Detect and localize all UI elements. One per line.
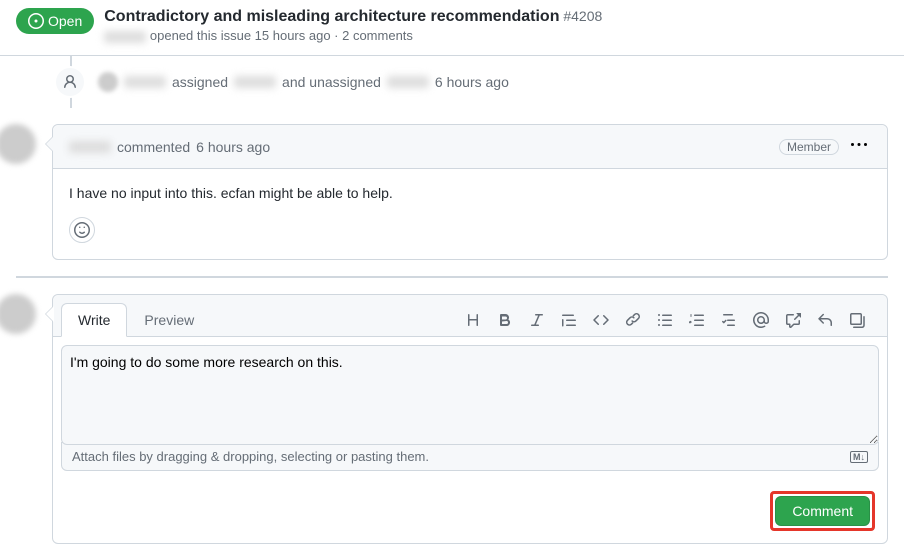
smiley-icon <box>74 222 90 238</box>
unordered-list-button[interactable] <box>651 306 679 334</box>
compose-row: Write Preview <box>16 294 888 544</box>
commenter-avatar[interactable] <box>0 124 36 164</box>
italic-button[interactable] <box>523 306 551 334</box>
timeline-badge <box>54 66 86 98</box>
heading-button[interactable] <box>459 306 487 334</box>
issue-meta: opened this issue 15 hours ago · 2 comme… <box>104 28 888 43</box>
formatting-toolbar <box>459 306 879 334</box>
commenter-name-redacted[interactable] <box>69 141 111 153</box>
list-ul-icon <box>657 312 673 328</box>
highlight-annotation: Comment <box>770 491 875 531</box>
reply-icon <box>817 312 833 328</box>
status-label: Open <box>48 13 82 29</box>
avatar-redacted <box>98 72 118 92</box>
comment-submit-button[interactable]: Comment <box>775 496 870 526</box>
tab-preview[interactable]: Preview <box>127 303 211 337</box>
user-redacted <box>387 76 429 88</box>
tab-write[interactable]: Write <box>61 303 127 337</box>
member-badge: Member <box>779 139 839 155</box>
author-redacted <box>104 31 146 43</box>
diff-icon <box>849 312 865 328</box>
bold-button[interactable] <box>491 306 519 334</box>
comment-box: commented 6 hours ago Member I have no i… <box>52 124 888 260</box>
comment-action: commented <box>117 139 190 155</box>
reply-button[interactable] <box>811 306 839 334</box>
tasklist-icon <box>721 312 737 328</box>
timeline-assigned-event: assigned and unassigned 6 hours ago <box>16 56 888 108</box>
comment-body: I have no input into this. ecfan might b… <box>53 169 887 217</box>
attach-hint[interactable]: Attach files by dragging & dropping, sel… <box>61 442 879 471</box>
user-redacted <box>234 76 276 88</box>
status-badge-open: Open <box>16 8 94 34</box>
comment-time[interactable]: 6 hours ago <box>196 139 270 155</box>
current-user-avatar[interactable] <box>0 294 36 334</box>
compose-tabs: Write Preview <box>61 303 211 336</box>
issue-header: Open Contradictory and misleading archit… <box>0 0 904 56</box>
issue-open-icon <box>28 13 44 29</box>
mention-button[interactable] <box>747 306 775 334</box>
mention-icon <box>753 312 769 328</box>
list-ol-icon <box>689 312 705 328</box>
section-divider <box>16 276 888 278</box>
comment-textarea[interactable] <box>61 345 879 445</box>
comment-row: commented 6 hours ago Member I have no i… <box>16 124 888 260</box>
ordered-list-button[interactable] <box>683 306 711 334</box>
kebab-icon <box>851 137 867 153</box>
code-button[interactable] <box>587 306 615 334</box>
link-button[interactable] <box>619 306 647 334</box>
link-icon <box>625 312 641 328</box>
compose-box: Write Preview <box>52 294 888 544</box>
user-redacted <box>124 76 166 88</box>
italic-icon <box>529 312 545 328</box>
bold-icon <box>497 312 513 328</box>
task-list-button[interactable] <box>715 306 743 334</box>
heading-icon <box>465 312 481 328</box>
issue-title: Contradictory and misleading architectur… <box>104 8 559 25</box>
quote-icon <box>561 312 577 328</box>
markdown-icon[interactable]: M↓ <box>850 451 868 463</box>
issue-number: #4208 <box>563 8 602 24</box>
code-icon <box>593 312 609 328</box>
meta-text: opened this issue 15 hours ago · 2 comme… <box>150 28 413 43</box>
add-reaction-button[interactable] <box>69 217 95 243</box>
cross-reference-button[interactable] <box>779 306 807 334</box>
cross-ref-icon <box>785 312 801 328</box>
diff-button[interactable] <box>843 306 871 334</box>
quote-button[interactable] <box>555 306 583 334</box>
comment-menu-button[interactable] <box>847 133 871 160</box>
person-icon <box>62 74 78 90</box>
